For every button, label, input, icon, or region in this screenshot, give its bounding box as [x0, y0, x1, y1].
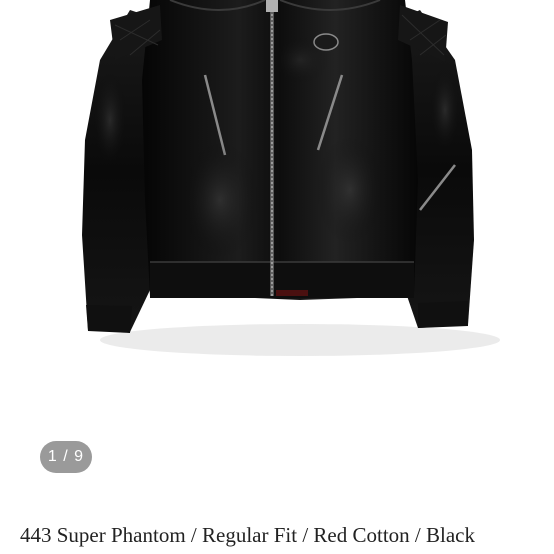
page-indicator: 1 / 9: [40, 441, 92, 473]
page-indicator-text: 1 / 9: [47, 448, 85, 465]
product-photo: [82, 0, 500, 356]
product-image-gallery[interactable]: 1 / 9: [0, 0, 554, 500]
product-title: 443 Super Phantom / Regular Fit / Red Co…: [20, 523, 475, 547]
